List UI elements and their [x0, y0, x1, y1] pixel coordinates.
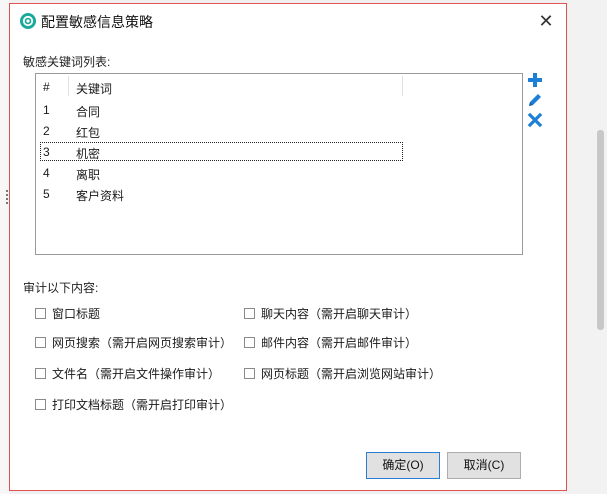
row-number: 1 [43, 103, 50, 117]
checkbox-box[interactable] [35, 336, 46, 348]
list-item[interactable]: 1 合同 [40, 100, 403, 119]
row-number: 3 [43, 145, 50, 159]
close-button[interactable]: ✕ [535, 10, 557, 32]
checkbox-box[interactable] [244, 336, 255, 348]
checkbox-label[interactable]: 打印文档标题（需开启打印审计） [52, 396, 232, 413]
list-header: # 关键词 [36, 74, 522, 97]
checkbox-box[interactable] [244, 367, 255, 379]
row-number: 2 [43, 124, 50, 138]
app-logo-icon [20, 13, 36, 29]
add-keyword-button[interactable] [526, 71, 544, 89]
list-item[interactable]: 5 客户资料 [40, 184, 403, 203]
title-bar[interactable]: 配置敏感信息策略 ✕ [10, 4, 566, 38]
row-keyword: 合同 [76, 105, 101, 119]
edit-keyword-button[interactable] [526, 91, 544, 109]
cancel-button[interactable]: 取消(C) [447, 452, 521, 479]
row-keyword: 红包 [76, 126, 101, 140]
row-number: 5 [43, 187, 50, 201]
close-icon: ✕ [538, 11, 554, 31]
background-scrollbar[interactable] [597, 130, 604, 330]
checkbox-label[interactable]: 网页标题（需开启浏览网站审计） [261, 365, 441, 382]
list-item[interactable]: 2 红包 [40, 121, 403, 140]
checkbox-email-content[interactable]: 邮件内容（需开启邮件审计） [244, 333, 417, 351]
checkbox-label[interactable]: 网页搜索（需开启网页搜索审计） [52, 334, 232, 351]
checkbox-box[interactable] [244, 307, 255, 319]
list-item[interactable]: 4 离职 [40, 163, 403, 182]
checkbox-box[interactable] [35, 307, 46, 319]
audit-section-label: 审计以下内容: [23, 281, 99, 295]
cross-icon [527, 112, 543, 128]
plus-icon [528, 73, 542, 87]
checkbox-label[interactable]: 邮件内容（需开启邮件审计） [261, 334, 417, 351]
policy-dialog: 配置敏感信息策略 ✕ 敏感关键词列表: # 关键词 1 合同 2 红包 3 机密… [9, 3, 567, 491]
column-separator[interactable] [68, 76, 69, 96]
column-header-keyword[interactable]: 关键词 [76, 80, 112, 97]
list-item-focused[interactable]: 3 机密 [40, 142, 403, 161]
row-keyword: 离职 [76, 168, 101, 182]
keyword-list-label: 敏感关键词列表: [23, 55, 111, 69]
checkbox-box[interactable] [35, 398, 46, 410]
checkbox-label[interactable]: 文件名（需开启文件操作审计） [52, 365, 220, 382]
checkbox-print-title[interactable]: 打印文档标题（需开启打印审计） [35, 395, 232, 413]
dialog-title: 配置敏感信息策略 [41, 14, 153, 30]
ok-button[interactable]: 确定(O) [366, 452, 440, 479]
checkbox-box[interactable] [35, 367, 46, 379]
checkbox-web-search[interactable]: 网页搜索（需开启网页搜索审计） [35, 333, 232, 351]
delete-keyword-button[interactable] [526, 111, 544, 129]
checkbox-web-title[interactable]: 网页标题（需开启浏览网站审计） [244, 364, 441, 382]
column-header-number[interactable]: # [43, 80, 50, 94]
pencil-icon [529, 94, 541, 106]
row-keyword: 机密 [76, 147, 101, 161]
background-window-edge [0, 0, 9, 494]
row-keyword: 客户资料 [76, 189, 125, 203]
checkbox-file-name[interactable]: 文件名（需开启文件操作审计） [35, 364, 220, 382]
keyword-list[interactable]: # 关键词 1 合同 2 红包 3 机密 4 离职 5 客户资料 [35, 73, 523, 255]
column-separator[interactable] [402, 76, 403, 96]
checkbox-label[interactable]: 窗口标题 [52, 305, 100, 322]
checkbox-chat-content[interactable]: 聊天内容（需开启聊天审计） [244, 304, 417, 322]
checkbox-window-title[interactable]: 窗口标题 [35, 304, 100, 322]
checkbox-label[interactable]: 聊天内容（需开启聊天审计） [261, 305, 417, 322]
row-number: 4 [43, 166, 50, 180]
